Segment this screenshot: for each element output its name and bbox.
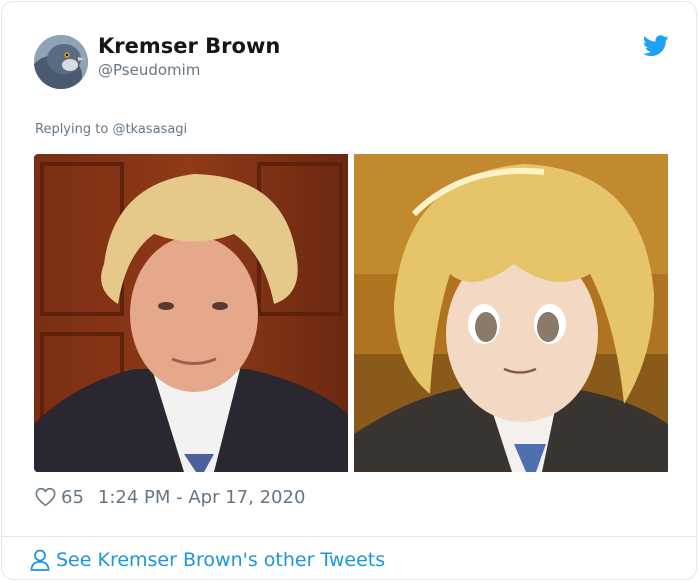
reply-prefix: Replying to bbox=[35, 122, 109, 137]
see-other-tweets-link[interactable]: See Kremser Brown's other Tweets bbox=[30, 547, 385, 573]
author-handle[interactable]: @Pseudomim bbox=[98, 61, 200, 79]
author-name[interactable]: Kremser Brown bbox=[98, 34, 280, 58]
man-portrait-photo bbox=[34, 154, 348, 472]
media-grid bbox=[34, 154, 670, 472]
tweet-card: Kremser Brown @Pseudomim Replying to @tk… bbox=[1, 1, 697, 580]
heart-icon[interactable] bbox=[35, 487, 56, 507]
footer-divider bbox=[2, 536, 696, 537]
reply-context: Replying to @tkasasagi bbox=[35, 122, 187, 137]
anime-portrait-illustration bbox=[354, 154, 668, 472]
twitter-bird-icon[interactable] bbox=[642, 35, 669, 57]
like-count[interactable]: 65 bbox=[61, 487, 84, 508]
photo-left[interactable] bbox=[34, 154, 348, 472]
tweet-meta: 65 1:24 PM - Apr 17, 2020 bbox=[35, 485, 305, 509]
timestamp-link[interactable]: 1:24 PM - Apr 17, 2020 bbox=[98, 487, 305, 508]
pigeon-icon bbox=[34, 35, 88, 89]
person-icon bbox=[30, 549, 50, 571]
author-avatar[interactable] bbox=[34, 35, 88, 89]
photo-right[interactable] bbox=[354, 154, 668, 472]
see-other-tweets-label: See Kremser Brown's other Tweets bbox=[56, 549, 386, 571]
reply-handle-link[interactable]: @tkasasagi bbox=[112, 122, 187, 137]
